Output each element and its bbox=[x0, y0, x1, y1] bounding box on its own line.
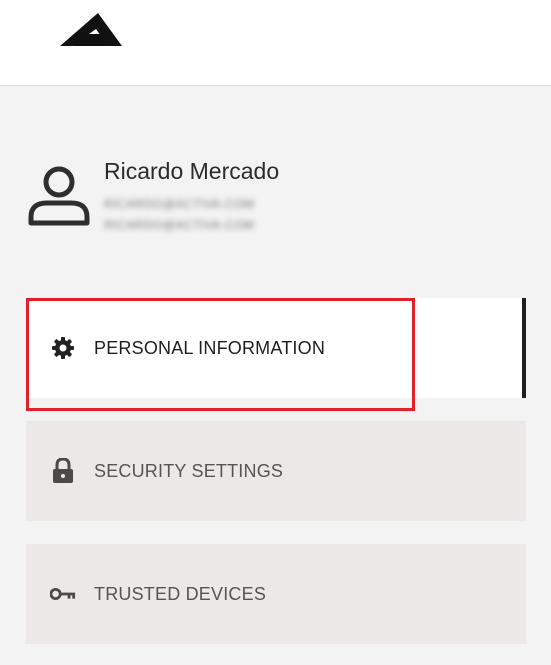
nav-item-security-settings[interactable]: SECURITY SETTINGS bbox=[26, 421, 526, 521]
user-email: RICARDO@ACTIVA.COM bbox=[104, 197, 255, 211]
nav-item-label: PERSONAL INFORMATION bbox=[94, 337, 326, 358]
nav-item-label: SECURITY SETTINGS bbox=[94, 460, 284, 481]
user-name: Ricardo Mercado bbox=[104, 158, 280, 184]
user-avatar-icon bbox=[28, 166, 90, 226]
gear-icon bbox=[50, 335, 76, 361]
nav-item-trusted-devices[interactable]: TRUSTED DEVICES bbox=[26, 544, 526, 644]
nav-item-personal-information[interactable]: PERSONAL INFORMATION bbox=[26, 298, 526, 398]
lock-icon bbox=[50, 458, 76, 484]
key-icon bbox=[50, 581, 76, 607]
top-bar bbox=[0, 0, 551, 86]
nav-item-label: TRUSTED DEVICES bbox=[94, 583, 267, 604]
active-indicator bbox=[522, 298, 526, 398]
user-email-secondary: RICARDO@ACTIVA.COM bbox=[104, 218, 255, 232]
logo-icon[interactable] bbox=[60, 12, 122, 48]
